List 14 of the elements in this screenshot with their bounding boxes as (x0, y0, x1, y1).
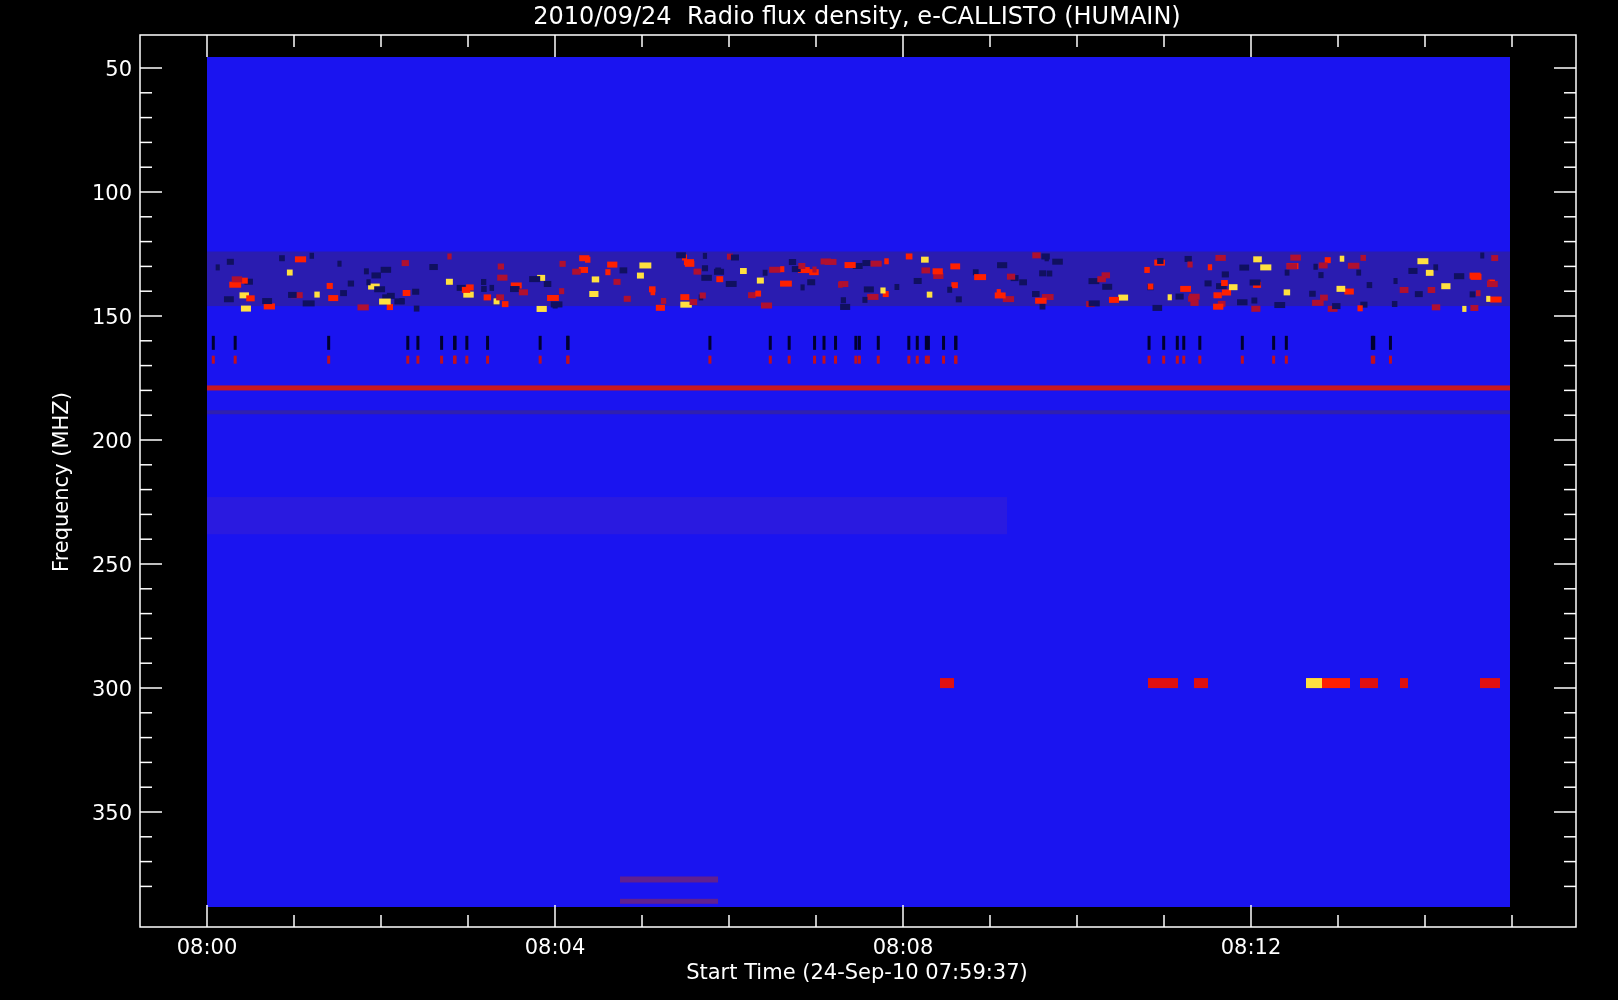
tick-label: 08:08 (872, 935, 934, 959)
axis-title: Start Time (24-Sep-10 07:59:37) (686, 960, 1028, 984)
plot-title: 2010/09/24 Radio flux density, e-CALLISTO (HUMAIN) (533, 2, 1181, 30)
tick-label: 200 (91, 429, 132, 453)
tick-label: 300 (91, 677, 132, 701)
tick-label: 150 (91, 305, 132, 329)
tick-label: 08:00 (176, 935, 238, 959)
tick-label: 08:04 (524, 935, 586, 959)
tick-label: 250 (91, 553, 132, 577)
axis-title: Frequency (MHZ) (49, 392, 73, 572)
tick-label: 100 (91, 181, 132, 205)
tick-label: 50 (105, 57, 132, 81)
tick-label: 08:12 (1220, 935, 1282, 959)
tick-label: 350 (91, 801, 132, 825)
